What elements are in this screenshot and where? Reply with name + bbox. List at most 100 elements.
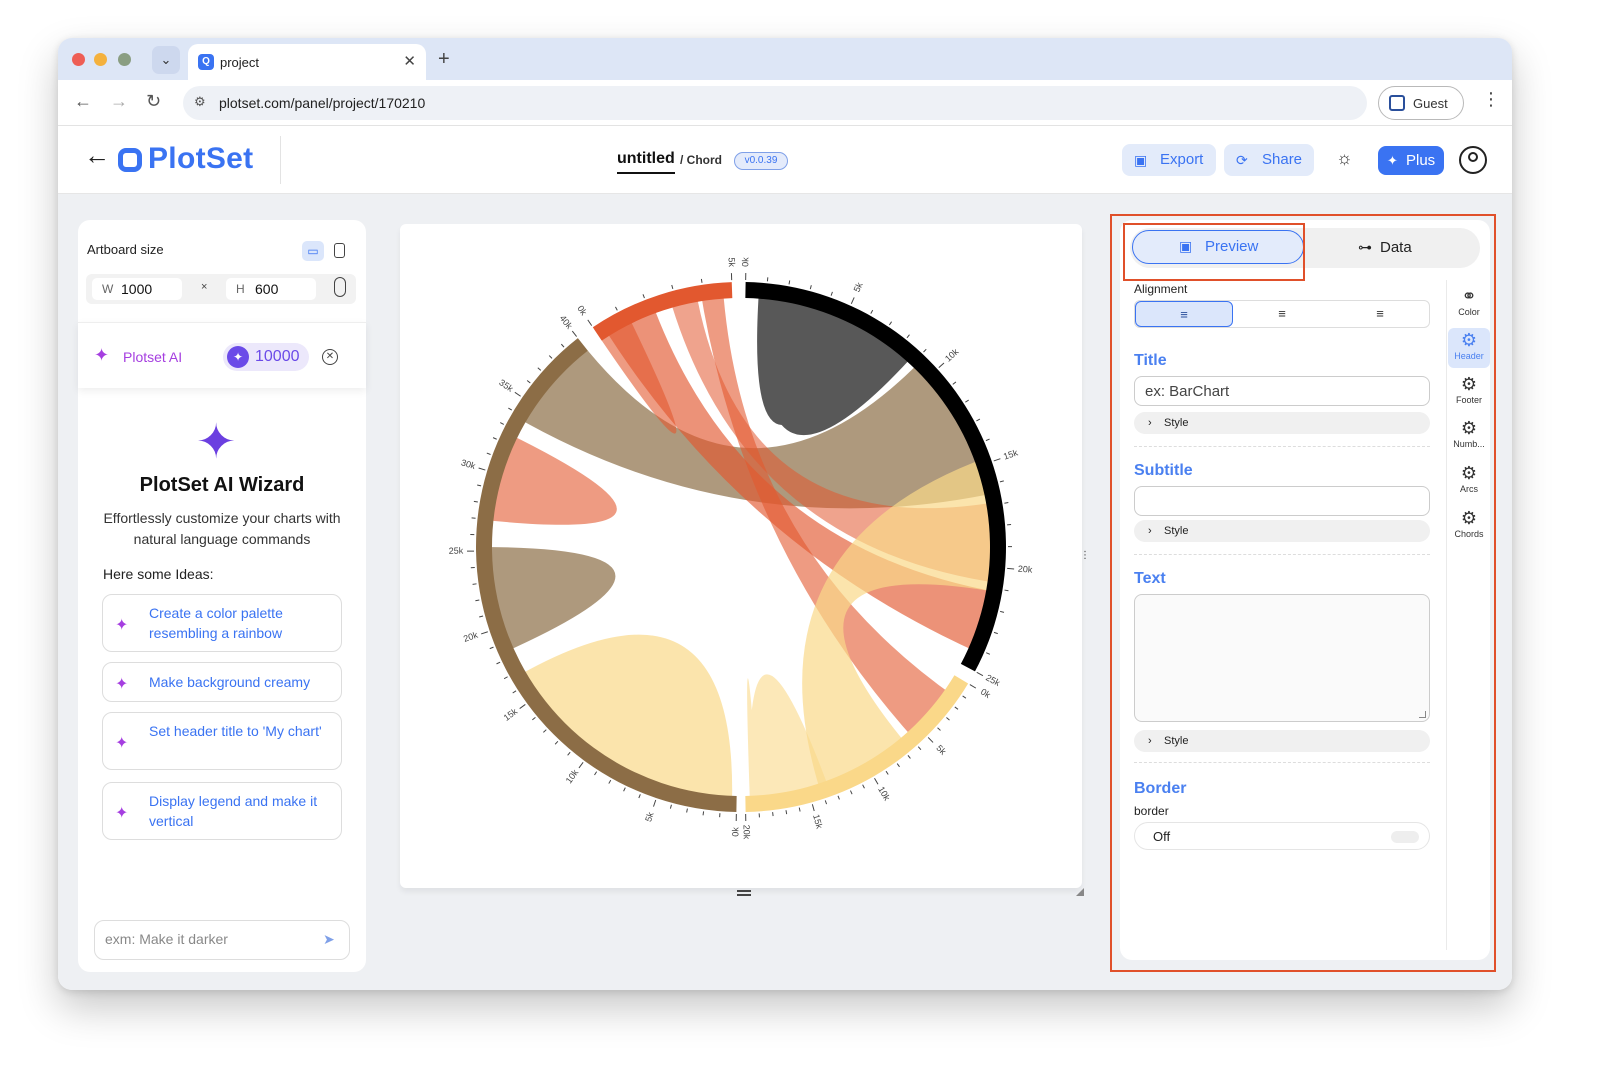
chord-tick-label: 0k bbox=[740, 257, 750, 267]
chord-tick bbox=[993, 458, 1001, 462]
idea-suggestion[interactable]: ✦ Make background creamy bbox=[102, 662, 342, 702]
chord-tick bbox=[519, 704, 526, 709]
chord-tick bbox=[1007, 567, 1015, 570]
sparkle-icon: ✦ bbox=[115, 676, 129, 693]
plotset-logo-text: PlotSet bbox=[148, 142, 254, 175]
url-omnibox[interactable]: ⚙ plotset.com/panel/project/170210 bbox=[183, 86, 1367, 120]
chord-tick bbox=[615, 306, 618, 311]
credits-value: 10000 bbox=[255, 348, 300, 365]
export-label: Export bbox=[1160, 151, 1204, 168]
chord-tick bbox=[554, 740, 559, 745]
wizard-subtitle: Effortlessly customize your charts with … bbox=[103, 510, 341, 547]
chord-tick bbox=[1004, 502, 1009, 504]
chord-tick bbox=[486, 452, 491, 455]
share-button[interactable]: ⟳ Share bbox=[1224, 144, 1314, 176]
maximize-window-dot[interactable] bbox=[118, 53, 131, 66]
reload-icon[interactable]: ↻ bbox=[146, 91, 161, 112]
chord-tick bbox=[526, 380, 531, 384]
credits-sparkle-icon: ✦ bbox=[227, 346, 249, 368]
chord-tick-label: 5k bbox=[727, 257, 737, 267]
chord-tick bbox=[888, 321, 893, 326]
idea-suggestion[interactable]: ✦ Create a color palette resembling a ra… bbox=[102, 594, 342, 652]
new-tab-plus-icon[interactable]: + bbox=[438, 48, 450, 71]
chord-tick bbox=[937, 727, 941, 731]
chord-tick bbox=[850, 297, 855, 305]
width-field[interactable]: W 1000 bbox=[92, 278, 182, 300]
chord-tick bbox=[798, 807, 801, 812]
close-ai-icon[interactable]: ✕ bbox=[322, 349, 338, 365]
idea-label: Create a color palette resembling a rain… bbox=[149, 605, 283, 641]
tab-search-chevron-icon[interactable]: ⌄ bbox=[152, 46, 180, 74]
resize-handle-side[interactable]: ⋮ bbox=[1080, 550, 1090, 561]
chord-tick bbox=[788, 280, 791, 285]
wizard-sparkle-icon: ✦ bbox=[196, 416, 237, 469]
app-header: ← PlotSet untitled / Chord v0.0.39 ▣ Exp… bbox=[58, 126, 1512, 194]
chord-tick bbox=[578, 762, 584, 769]
ai-prompt-box: ➤ bbox=[94, 920, 350, 960]
chord-tick bbox=[669, 804, 672, 809]
chord-tick bbox=[849, 790, 853, 795]
chord-tick bbox=[653, 799, 657, 807]
chord-tick bbox=[496, 661, 501, 665]
chart-artboard[interactable]: 0k 5k 10k 15k 20k 25k 0k 5k 10k 15k 20k 0k 5k 10k 15k 2… bbox=[400, 224, 1082, 896]
tab-close-icon[interactable]: ✕ bbox=[403, 52, 416, 70]
chord-tick bbox=[985, 438, 990, 442]
chord-tick bbox=[885, 770, 889, 775]
chord-tick bbox=[946, 717, 950, 721]
chord-tick bbox=[896, 763, 900, 768]
site-settings-icon[interactable]: ⚙ bbox=[194, 94, 206, 110]
forward-arrow-icon[interactable]: → bbox=[110, 91, 128, 112]
theme-toggle-sun-icon[interactable]: ☼ bbox=[1336, 148, 1353, 169]
chord-tick bbox=[907, 755, 911, 759]
ideas-label: Here some Ideas: bbox=[103, 566, 214, 582]
width-value[interactable]: 1000 bbox=[121, 281, 152, 297]
chord-tick bbox=[999, 480, 1004, 483]
share-sync-icon: ⟳ bbox=[1236, 152, 1248, 168]
chord-tick-label: 15k bbox=[811, 813, 825, 830]
browser-menu-kebab-icon[interactable]: ⋮ bbox=[1482, 89, 1500, 110]
chord-tick-label: 15k bbox=[502, 706, 520, 723]
url-text[interactable]: plotset.com/panel/project/170210 bbox=[219, 95, 425, 111]
aspect-lock-icon[interactable] bbox=[334, 277, 346, 297]
desktop-view-icon[interactable]: ▭ bbox=[302, 241, 324, 261]
close-window-dot[interactable] bbox=[72, 53, 85, 66]
chord-tick bbox=[548, 355, 553, 359]
chord-tick bbox=[1004, 589, 1009, 592]
plus-label: Plus bbox=[1406, 152, 1436, 169]
idea-label: Display legend and make it vertical bbox=[149, 793, 318, 829]
export-button[interactable]: ▣ Export bbox=[1122, 144, 1216, 176]
chord-tick bbox=[478, 467, 486, 471]
user-avatar-icon[interactable] bbox=[1459, 146, 1487, 174]
plotset-ai-bar: ✦ Plotset AI ✦ 10000 ✕ bbox=[78, 322, 366, 388]
send-icon[interactable]: ➤ bbox=[323, 931, 335, 948]
resize-handle-bottom[interactable] bbox=[737, 890, 751, 896]
chord-tick-label: 25k bbox=[449, 546, 464, 556]
chord-tick-label: 20k bbox=[462, 630, 479, 644]
preview-tab-highlight bbox=[1123, 223, 1305, 281]
mobile-view-icon[interactable] bbox=[334, 243, 345, 258]
chord-tick bbox=[824, 800, 828, 805]
sparkle-icon: ✦ bbox=[94, 345, 110, 365]
sparkle-icon: ✦ bbox=[115, 735, 129, 752]
chord-tick-label: 0k bbox=[575, 304, 589, 318]
height-field[interactable]: H 600 bbox=[226, 278, 316, 300]
project-chart-type: / Chord bbox=[680, 153, 722, 167]
idea-suggestion[interactable]: ✦ Set header title to 'My chart' bbox=[102, 712, 342, 770]
ai-prompt-input[interactable] bbox=[105, 931, 305, 947]
chord-tick bbox=[917, 746, 922, 750]
back-arrow-icon[interactable]: ← bbox=[74, 91, 92, 112]
chord-tick bbox=[543, 729, 547, 733]
guest-profile-button[interactable]: Guest bbox=[1378, 86, 1464, 120]
resize-corner-icon[interactable] bbox=[1076, 888, 1084, 896]
height-value[interactable]: 600 bbox=[255, 281, 278, 297]
chord-tick bbox=[500, 422, 505, 425]
plus-upgrade-button[interactable]: ✦ Plus bbox=[1378, 146, 1444, 175]
back-arrow-icon[interactable]: ← bbox=[84, 140, 110, 171]
project-name[interactable]: untitled bbox=[617, 150, 675, 174]
idea-suggestion[interactable]: ✦ Display legend and make it vertical bbox=[102, 782, 342, 840]
chord-tick-label: 5k bbox=[934, 743, 948, 757]
chord-tick bbox=[608, 779, 612, 784]
minimize-window-dot[interactable] bbox=[94, 53, 107, 66]
browser-tab-project[interactable]: Q project ✕ bbox=[188, 44, 426, 80]
chord-tick bbox=[560, 343, 565, 348]
